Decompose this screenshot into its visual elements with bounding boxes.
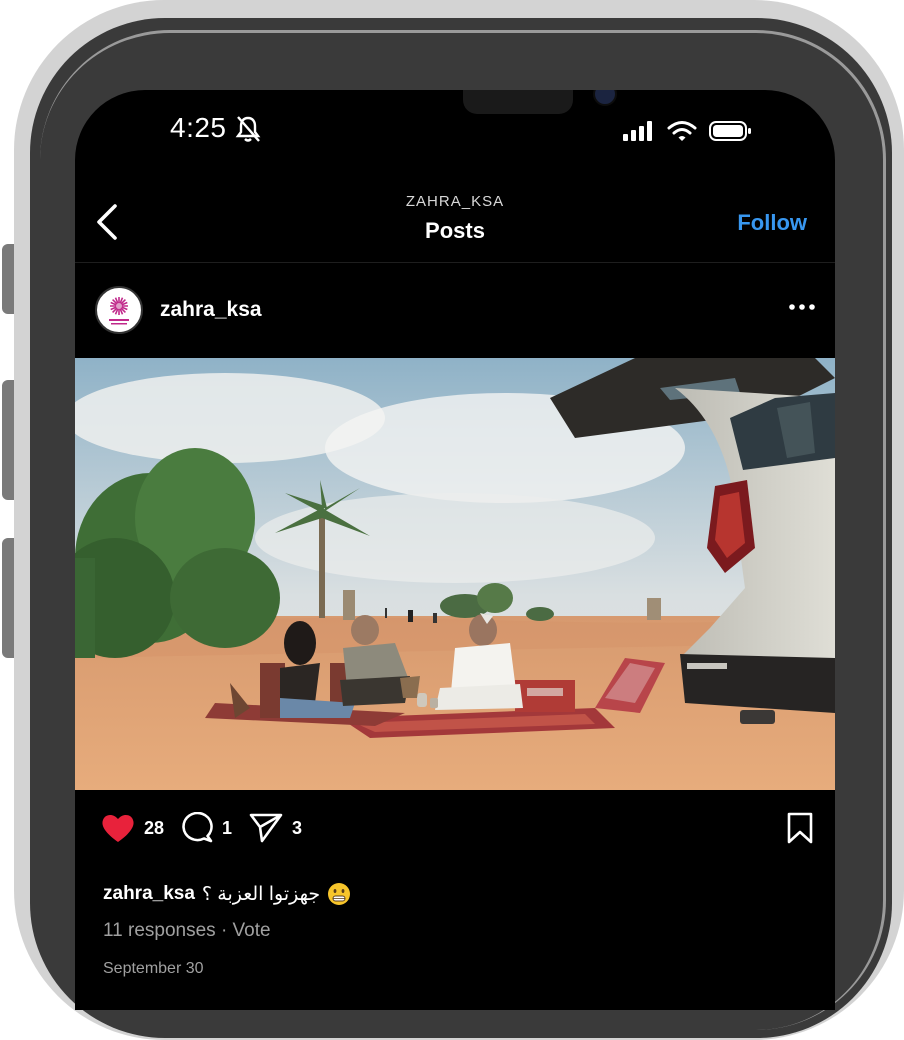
more-horizontal-icon[interactable] [787, 296, 817, 318]
header-divider [75, 262, 835, 263]
avatar[interactable] [95, 286, 143, 334]
bell-slash-icon [235, 116, 261, 142]
dynamic-island [463, 90, 573, 114]
phone-screen: 4:25 ZAHRA_KSA Posts Follow zahra_ksa 28… [75, 90, 835, 1010]
share-count: 3 [292, 817, 303, 838]
follow-button[interactable]: Follow [737, 210, 807, 236]
like-count: 28 [144, 817, 165, 838]
camera-dot [593, 90, 617, 106]
post-date: September 30 [103, 960, 204, 977]
comment-icon[interactable] [180, 812, 214, 844]
post-username[interactable]: zahra_ksa [160, 298, 262, 322]
send-icon[interactable] [248, 812, 284, 844]
comment-count: 1 [222, 817, 233, 838]
grimace-emoji-icon [328, 883, 351, 905]
bookmark-icon[interactable] [787, 812, 813, 844]
post-caption: zahra_ksa جهزتوا العزبة ؟ [103, 882, 351, 906]
caption-username[interactable]: zahra_ksa [103, 883, 195, 905]
heart-filled-icon[interactable] [100, 812, 136, 844]
post-image[interactable] [75, 358, 835, 790]
action-bar: 28 1 3 [100, 812, 318, 844]
signal-icon [623, 121, 652, 141]
flower-logo-icon [109, 297, 129, 325]
battery-icon [709, 121, 751, 141]
caption-text: جهزتوا العزبة ؟ [201, 883, 321, 905]
poll-responses[interactable]: 11 responses · Vote [103, 920, 271, 942]
page-title: Posts [425, 218, 485, 243]
wifi-icon [667, 121, 697, 141]
status-time: 4:25 [170, 112, 227, 143]
header-subtitle: ZAHRA_KSA [405, 193, 505, 210]
